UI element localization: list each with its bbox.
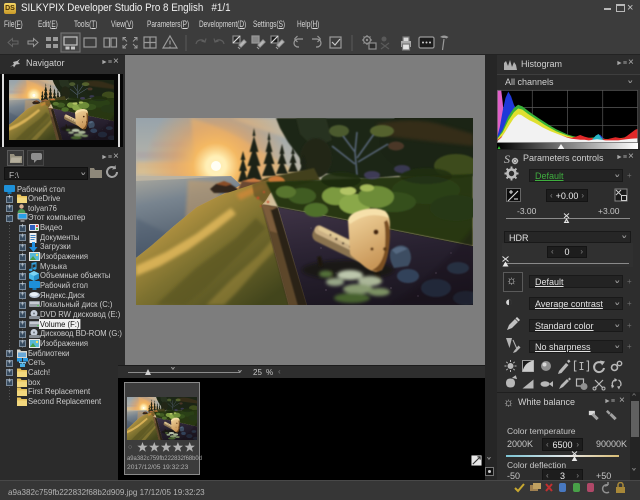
svg-text:S: S	[504, 152, 510, 165]
